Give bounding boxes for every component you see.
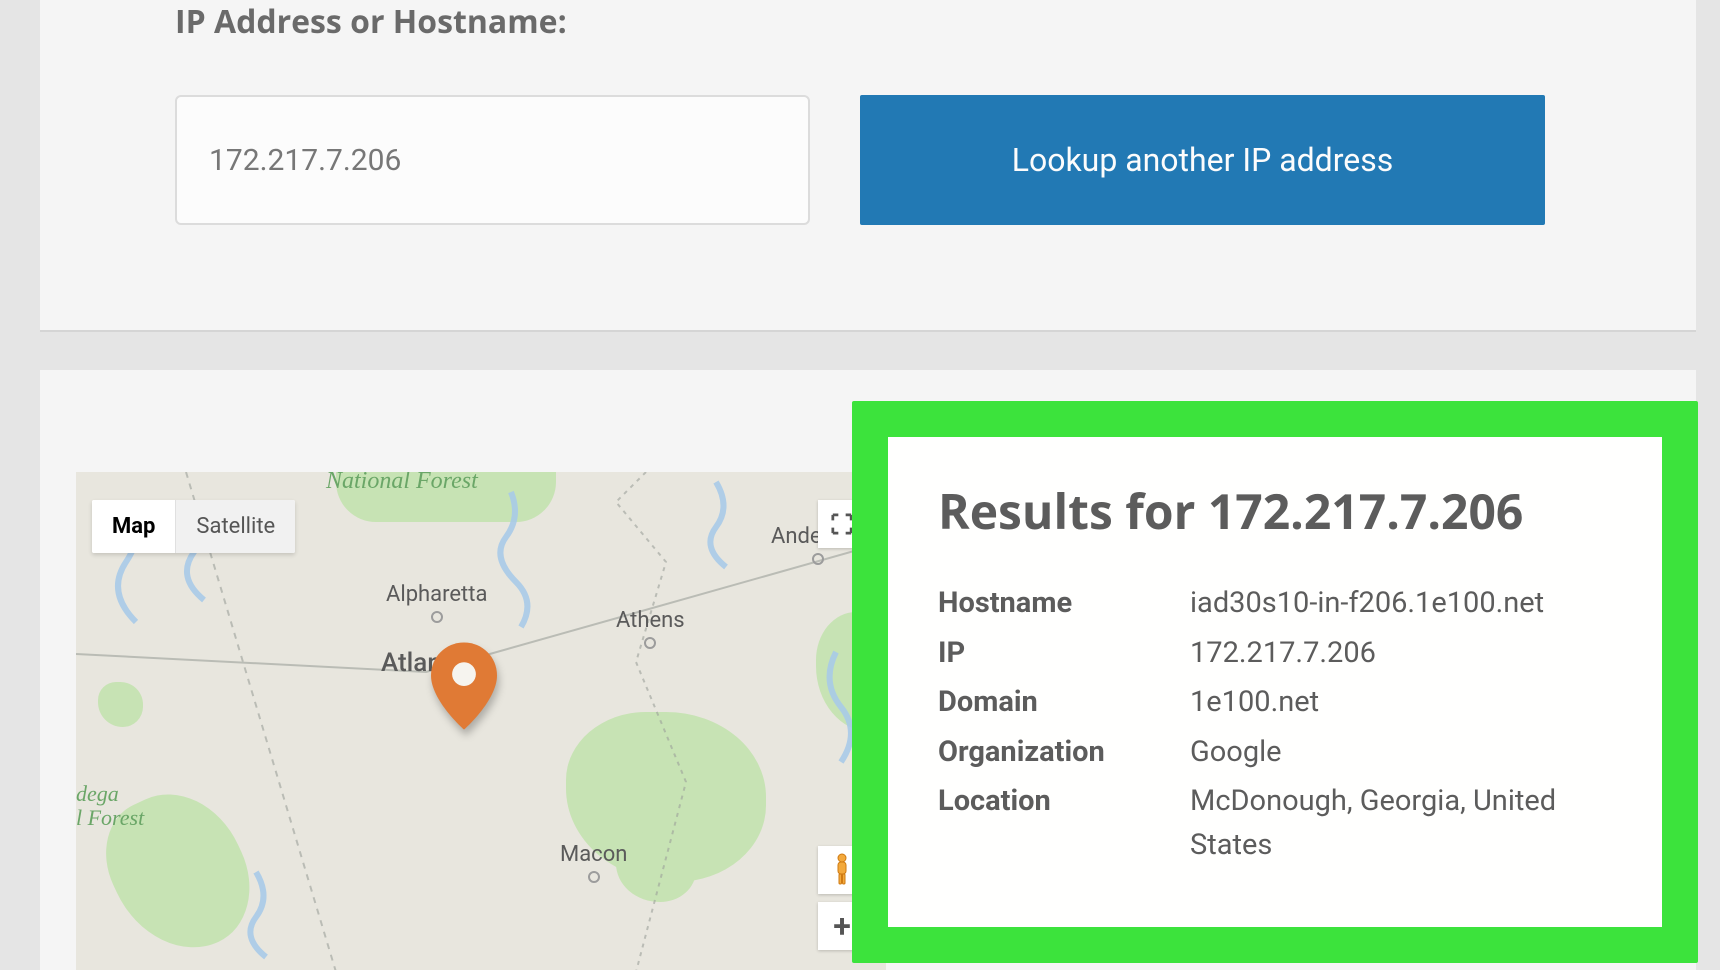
results-key: IP xyxy=(938,632,1190,676)
results-row: LocationMcDonough, Georgia, United State… xyxy=(938,780,1612,867)
results-key: Organization xyxy=(938,731,1190,775)
results-key: Location xyxy=(938,780,1190,867)
map-city-macon: Macon xyxy=(560,842,627,883)
map-label-text: l Forest xyxy=(76,805,144,830)
results-key: Domain xyxy=(938,681,1190,725)
map-label-national-forest: National Forest xyxy=(326,472,478,495)
map[interactable]: National Forest dega l Forest Alpharetta… xyxy=(76,472,886,970)
plus-icon: + xyxy=(833,907,851,945)
results-row: Domain1e100.net xyxy=(938,681,1612,725)
lookup-form-panel: IP Address or Hostname: Lookup another I… xyxy=(40,0,1696,332)
map-city-athens: Athens xyxy=(616,608,685,649)
results-table: Hostnameiad30s10-in-f206.1e100.netIP172.… xyxy=(938,582,1612,867)
results-row: OrganizationGoogle xyxy=(938,731,1612,775)
lookup-button[interactable]: Lookup another IP address xyxy=(860,95,1545,225)
map-label-talladega: dega l Forest xyxy=(76,782,144,830)
results-card: Results for 172.217.7.206 Hostnameiad30s… xyxy=(888,437,1662,927)
results-title: Results for 172.217.7.206 xyxy=(938,479,1612,544)
map-type-control: Map Satellite xyxy=(92,500,295,553)
pegman-icon xyxy=(830,853,854,887)
results-highlight: Results for 172.217.7.206 Hostnameiad30s… xyxy=(852,401,1698,963)
results-value: McDonough, Georgia, United States xyxy=(1190,780,1612,867)
fullscreen-icon xyxy=(831,513,853,535)
map-city-alpharetta: Alpharetta xyxy=(386,582,487,623)
results-value: 1e100.net xyxy=(1190,681,1612,725)
form-row: Lookup another IP address xyxy=(175,95,1561,225)
map-type-satellite-button[interactable]: Satellite xyxy=(175,500,295,553)
result-area: National Forest dega l Forest Alpharetta… xyxy=(40,370,1696,970)
form-label: IP Address or Hostname: xyxy=(175,0,1561,43)
results-value: Google xyxy=(1190,731,1612,775)
results-value: iad30s10-in-f206.1e100.net xyxy=(1190,582,1612,626)
map-pin-icon xyxy=(431,642,497,730)
map-label-text: dega xyxy=(76,781,119,806)
ip-input[interactable] xyxy=(175,95,810,225)
results-row: Hostnameiad30s10-in-f206.1e100.net xyxy=(938,582,1612,626)
results-value: 172.217.7.206 xyxy=(1190,632,1612,676)
results-key: Hostname xyxy=(938,582,1190,626)
map-type-map-button[interactable]: Map xyxy=(92,500,175,553)
results-row: IP172.217.7.206 xyxy=(938,632,1612,676)
